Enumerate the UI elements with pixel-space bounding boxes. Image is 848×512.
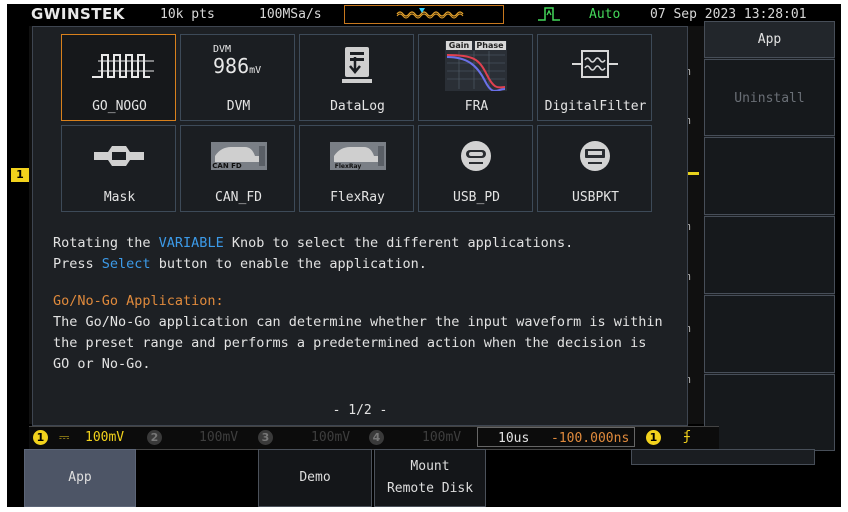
side-menu-title: App <box>704 21 835 58</box>
ch4-indicator[interactable]: 4 <box>369 430 384 445</box>
channel-status-bar: 1 ⎓ 100mV 2 100mV 3 100mV 4 100mV 10us -… <box>29 426 719 450</box>
app-description-line: GO or No-Go. <box>53 356 151 372</box>
side-menu-slot-6[interactable] <box>704 374 835 451</box>
bottom-right-tab <box>631 449 815 465</box>
timebase: 10us <box>498 431 530 446</box>
dvm-icon-unit: mV <box>249 65 262 76</box>
instruction-text: Press <box>53 256 102 272</box>
app-label: USB_PD <box>453 190 500 205</box>
dvm-icon-value: 986 <box>213 54 250 78</box>
fra-gain-label: Gain <box>449 41 470 50</box>
instruction-line-2: Press Select button to enable the applic… <box>53 254 427 275</box>
app-tile-mask[interactable]: Mask <box>61 125 176 212</box>
trigger-position: -100.000ns <box>551 431 630 446</box>
app-tile-usbpkt[interactable]: USBPKT <box>537 125 652 212</box>
side-menu: App Uninstall <box>704 21 835 451</box>
app-button-label: App <box>68 470 92 485</box>
ch1-scale: 100mV <box>85 430 125 445</box>
app-label: DVM <box>226 99 251 114</box>
app-button[interactable]: App <box>24 449 136 507</box>
side-menu-slot-3[interactable] <box>704 137 835 215</box>
app-description-line: The Go/No-Go application can determine w… <box>53 314 663 330</box>
ch3-indicator[interactable]: 3 <box>258 430 273 445</box>
trigger-edge-icon <box>538 7 560 21</box>
side-menu-slot-5[interactable] <box>704 295 835 373</box>
digital-filter-icon <box>572 50 618 78</box>
app-description-title: Go/No-Go Application: <box>53 293 224 309</box>
app-panel: GO_NOGO DVM 986mV DVM DataLog Gain Phase… <box>32 26 688 426</box>
side-menu-slot-4[interactable] <box>704 216 835 294</box>
demo-button[interactable]: Demo <box>258 449 372 507</box>
app-tile-can-fd[interactable]: CAN FD CAN_FD <box>180 125 295 212</box>
app-label: CAN_FD <box>215 190 262 205</box>
dvm-icon: DVM 986mV <box>213 45 261 82</box>
app-label: GO_NOGO <box>92 99 147 114</box>
can-fd-icon: CAN FD <box>211 142 267 170</box>
app-label: Mask <box>103 190 136 205</box>
app-tile-fra[interactable]: Gain Phase FRA <box>418 34 533 121</box>
fra-icon: Gain Phase <box>445 41 507 91</box>
app-description-line: the preset range and performs a predeter… <box>53 335 647 351</box>
uninstall-label: Uninstall <box>734 91 805 106</box>
usbpkt-icon <box>580 141 610 171</box>
instruction-text: Knob to select the different application… <box>223 235 574 251</box>
trigger-mode: Auto <box>589 7 621 22</box>
uninstall-button[interactable]: Uninstall <box>704 59 835 136</box>
mount-label-line2: Remote Disk <box>386 481 474 496</box>
sample-rate: 100MSa/s <box>259 7 322 22</box>
ch2-scale: 100mV <box>199 430 239 445</box>
ch3-scale: 100mV <box>311 430 351 445</box>
app-label: USBPKT <box>572 190 619 205</box>
app-label: DataLog <box>330 99 385 114</box>
ch2-indicator[interactable]: 2 <box>147 430 162 445</box>
usb-pd-icon <box>461 141 491 171</box>
app-tile-go-nogo[interactable]: GO_NOGO <box>61 34 176 121</box>
oscilloscope-screen: GWINSTEK 10k pts 100MSa/s Auto 07 Sep 20… <box>7 4 841 507</box>
app-label: FRA <box>464 99 489 114</box>
record-length: 10k pts <box>160 7 215 22</box>
brand-logo: GWINSTEK <box>31 5 125 23</box>
ch1-indicator[interactable]: 1 <box>33 430 48 445</box>
page-indicator: - 1/2 - <box>332 403 388 418</box>
instruction-text: Rotating the <box>53 235 159 251</box>
instruction-text: button to enable the application. <box>150 256 427 272</box>
app-tile-flexray[interactable]: FlexRay FlexRay <box>299 125 414 212</box>
waveform-overview-icon <box>396 8 464 19</box>
flexray-icon: FlexRay <box>330 142 386 170</box>
side-menu-title-text: App <box>757 32 782 47</box>
timebase-box[interactable]: 10us -100.000ns <box>477 427 635 447</box>
app-tile-digitalfilter[interactable]: DigitalFilter <box>537 34 652 121</box>
mask-icon <box>94 146 144 166</box>
trigger-source-indicator[interactable]: 1 <box>646 430 661 445</box>
mount-remote-disk-button[interactable]: Mount Remote Disk <box>374 449 486 507</box>
ch4-scale: 100mV <box>422 430 462 445</box>
select-keyword: Select <box>101 256 151 272</box>
instruction-line-1: Rotating the VARIABLE Knob to select the… <box>53 233 573 254</box>
dc-coupling-icon: ⎓ <box>59 430 70 445</box>
demo-button-label: Demo <box>299 470 331 485</box>
app-tile-usb-pd[interactable]: USB_PD <box>418 125 533 212</box>
flexray-badge: FlexRay <box>335 163 362 170</box>
can-fd-badge: CAN FD <box>212 162 242 170</box>
app-tile-datalog[interactable]: DataLog <box>299 34 414 121</box>
app-label: FlexRay <box>330 190 385 205</box>
variable-knob-keyword: VARIABLE <box>158 235 224 251</box>
datetime: 07 Sep 2023 13:28:01 <box>650 7 807 22</box>
ch1-position-marker[interactable]: 1 <box>11 168 29 182</box>
mount-label-line1: Mount <box>410 459 450 474</box>
fra-phase-label: Phase <box>476 41 504 50</box>
waveform-overview[interactable] <box>344 5 504 24</box>
rising-edge-icon: ʄ <box>683 429 691 444</box>
go-nogo-icon <box>92 54 154 78</box>
app-label: DigitalFilter <box>544 99 647 114</box>
datalog-icon <box>342 47 372 83</box>
app-tile-dvm[interactable]: DVM 986mV DVM <box>180 34 295 121</box>
